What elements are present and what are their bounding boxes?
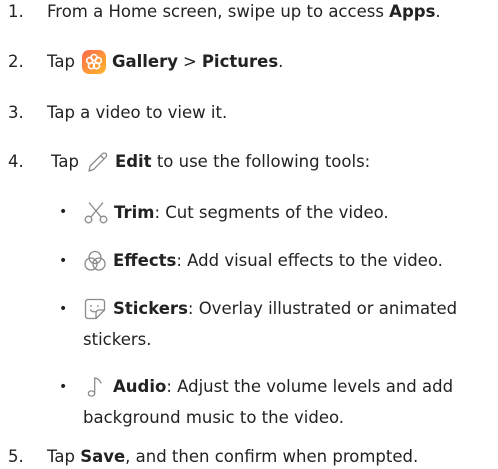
path-separator: > (183, 52, 197, 71)
step-number: 5. (8, 447, 24, 466)
sticker-icon (83, 297, 107, 321)
step-text: From a Home screen, swipe up to access A… (47, 0, 441, 24)
effects-label: Effects (113, 251, 177, 270)
bullet: • (59, 204, 68, 220)
step-text-pre: From a Home screen, swipe up to access (47, 2, 390, 21)
step-text-post: . (278, 52, 284, 71)
step-text-post: . (435, 2, 441, 21)
step-number: 1. (8, 2, 24, 21)
step-text: Tap a video to view it. (47, 103, 228, 122)
step-text-pre: Tap (47, 447, 81, 466)
bullet: • (59, 301, 68, 317)
gallery-app-icon (81, 50, 106, 74)
step-number: 4. (8, 152, 24, 171)
trim-label: Trim (114, 203, 155, 222)
pictures-label: Pictures (201, 52, 279, 71)
step-text-post: to use the following tools: (151, 152, 371, 171)
step-number: 3. (8, 103, 24, 122)
scissors-icon (83, 200, 109, 226)
step-text: Tap Gallery > Pictures . (47, 50, 283, 74)
effects-icon (83, 249, 107, 273)
pencil-icon (86, 150, 110, 174)
tool-desc: : Adjust the volume levels and add (166, 377, 454, 396)
edit-label: Edit (114, 152, 152, 171)
bullet: • (59, 379, 68, 395)
step-text-post: , and then confirm when prompted. (125, 447, 419, 466)
tool-desc: : Add visual effects to the video. (176, 251, 443, 270)
step-text-pre: Tap (47, 52, 75, 71)
step-text: Tap Save, and then confirm when prompted… (47, 445, 418, 469)
step-number: 2. (8, 52, 24, 71)
tool-text: Stickers: Overlay illustrated or animate… (83, 297, 457, 321)
save-label: Save (80, 447, 126, 466)
tool-desc: : Cut segments of the video. (154, 203, 389, 222)
step-text-pre: Tap (51, 152, 79, 171)
tool-text: Audio: Adjust the volume levels and add (83, 375, 453, 399)
step-text: Tap Edit to use the following tools: (51, 150, 370, 174)
apps-label: Apps (389, 2, 436, 21)
bullet: • (59, 253, 68, 269)
audio-label: Audio (113, 377, 167, 396)
tool-text: Trim: Cut segments of the video. (83, 200, 389, 226)
gallery-label: Gallery (111, 52, 179, 71)
tool-desc-continued: background music to the video. (83, 408, 345, 427)
tool-desc: : Overlay illustrated or animated (187, 299, 458, 318)
stickers-label: Stickers (113, 299, 188, 318)
music-note-icon (83, 375, 107, 399)
tool-text: Effects: Add visual effects to the video… (83, 249, 443, 273)
tool-desc-continued: stickers. (83, 330, 152, 349)
